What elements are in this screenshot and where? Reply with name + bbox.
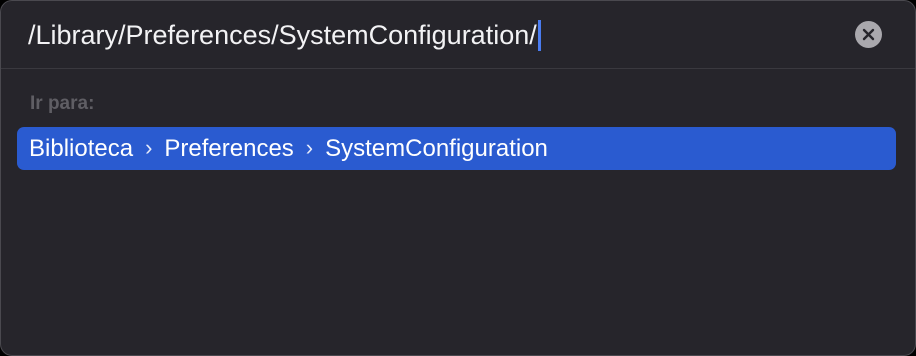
text-caret [537, 19, 541, 51]
result-segment: Biblioteca [29, 134, 134, 162]
chevron-right-icon: › [145, 134, 153, 160]
clear-icon [862, 28, 875, 41]
path-input[interactable]: /Library/Preferences/SystemConfiguration… [28, 17, 828, 53]
go-to-folder-panel: /Library/Preferences/SystemConfiguration… [0, 0, 916, 356]
clear-button[interactable] [855, 21, 882, 48]
go-to-label: Ir para: [30, 93, 95, 114]
result-segment: Preferences [164, 134, 294, 162]
path-input-text: /Library/Preferences/SystemConfiguration… [28, 20, 537, 50]
divider [1, 68, 915, 69]
chevron-right-icon: › [305, 134, 314, 160]
path-bar: /Library/Preferences/SystemConfiguration… [1, 1, 915, 68]
result-segment: SystemConfiguration [325, 134, 548, 162]
result-row-selected[interactable]: Biblioteca › Preferences › SystemConfigu… [17, 127, 896, 170]
